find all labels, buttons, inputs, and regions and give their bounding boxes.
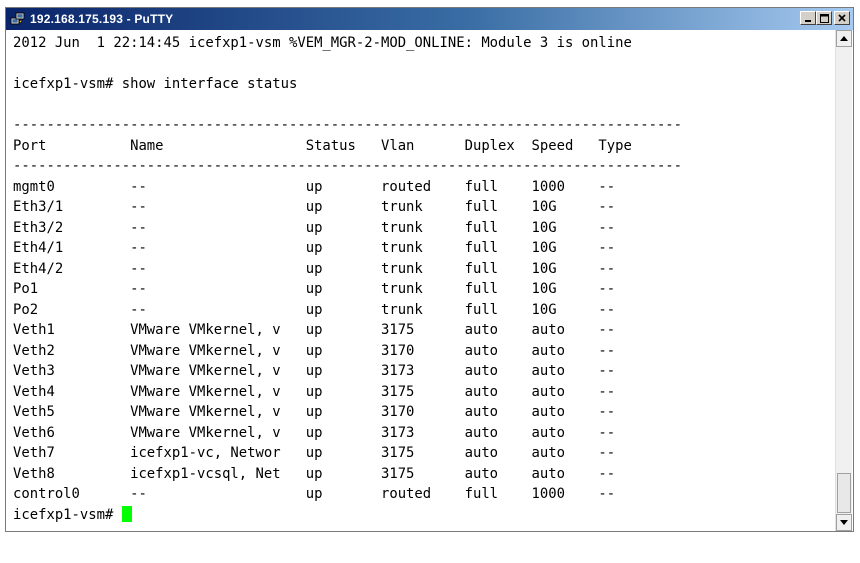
terminal-line: Veth4 VMware VMkernel, v up 3175 auto au… [13,383,616,400]
terminal-line: ----------------------------------------… [13,158,683,174]
terminal-line: mgmt0 -- up routed full 1000 -- [13,178,616,195]
close-icon [838,14,846,22]
scroll-down-button[interactable] [836,514,852,531]
putty-window: 192.168.175.193 - PuTTY 2012 Jun 1 22:14… [5,7,854,532]
terminal-prompt: icefxp1-vsm# [13,506,122,523]
window-title: 192.168.175.193 - PuTTY [30,12,174,26]
terminal-line: Veth6 VMware VMkernel, v up 3173 auto au… [13,424,616,441]
terminal-line: Eth4/2 -- up trunk full 10G -- [13,260,616,277]
terminal-line: icefxp1-vsm# show interface status [13,76,298,92]
terminal-line: control0 -- up routed full 1000 -- [13,486,616,502]
putty-icon[interactable] [10,11,26,27]
terminal-line: Eth3/2 -- up trunk full 10G -- [13,219,616,236]
terminal-line: Eth4/1 -- up trunk full 10G -- [13,240,616,256]
title-bar[interactable]: 192.168.175.193 - PuTTY [6,8,853,30]
scroll-thumb[interactable] [837,473,851,513]
terminal-line: Port Name Status Vlan Duplex Speed Type [13,137,632,154]
terminal-line: Veth2 VMware VMkernel, v up 3170 auto au… [13,342,616,359]
minimize-icon [805,20,811,22]
vertical-scrollbar[interactable] [835,30,852,531]
caption-buttons [800,11,850,25]
minimize-button[interactable] [800,11,816,25]
terminal-line: Veth7 icefxp1-vc, Networ up 3175 auto au… [13,445,616,461]
scroll-up-button[interactable] [836,30,852,47]
arrow-up-icon [840,36,848,41]
terminal-line: Veth8 icefxp1-vcsql, Net up 3175 auto au… [13,465,616,482]
terminal-line: Eth3/1 -- up trunk full 10G -- [13,199,616,215]
arrow-down-icon [840,520,848,525]
terminal-line: Po1 -- up trunk full 10G -- [13,281,616,297]
terminal-line: Veth1 VMware VMkernel, v up 3175 auto au… [13,322,616,338]
terminal-line: Po2 -- up trunk full 10G -- [13,301,616,318]
terminal-line: Veth3 VMware VMkernel, v up 3173 auto au… [13,363,616,379]
terminal-line: Veth5 VMware VMkernel, v up 3170 auto au… [13,404,616,420]
maximize-button[interactable] [816,11,832,25]
terminal-line: 2012 Jun 1 22:14:45 icefxp1-vsm %VEM_MGR… [13,35,632,51]
close-button[interactable] [834,11,850,25]
terminal-screen[interactable]: 2012 Jun 1 22:14:45 icefxp1-vsm %VEM_MGR… [7,30,834,531]
terminal-prompt-line: icefxp1-vsm# [13,505,132,525]
text-cursor [121,505,132,522]
terminal-line: ----------------------------------------… [13,117,683,133]
maximize-icon [819,13,829,23]
